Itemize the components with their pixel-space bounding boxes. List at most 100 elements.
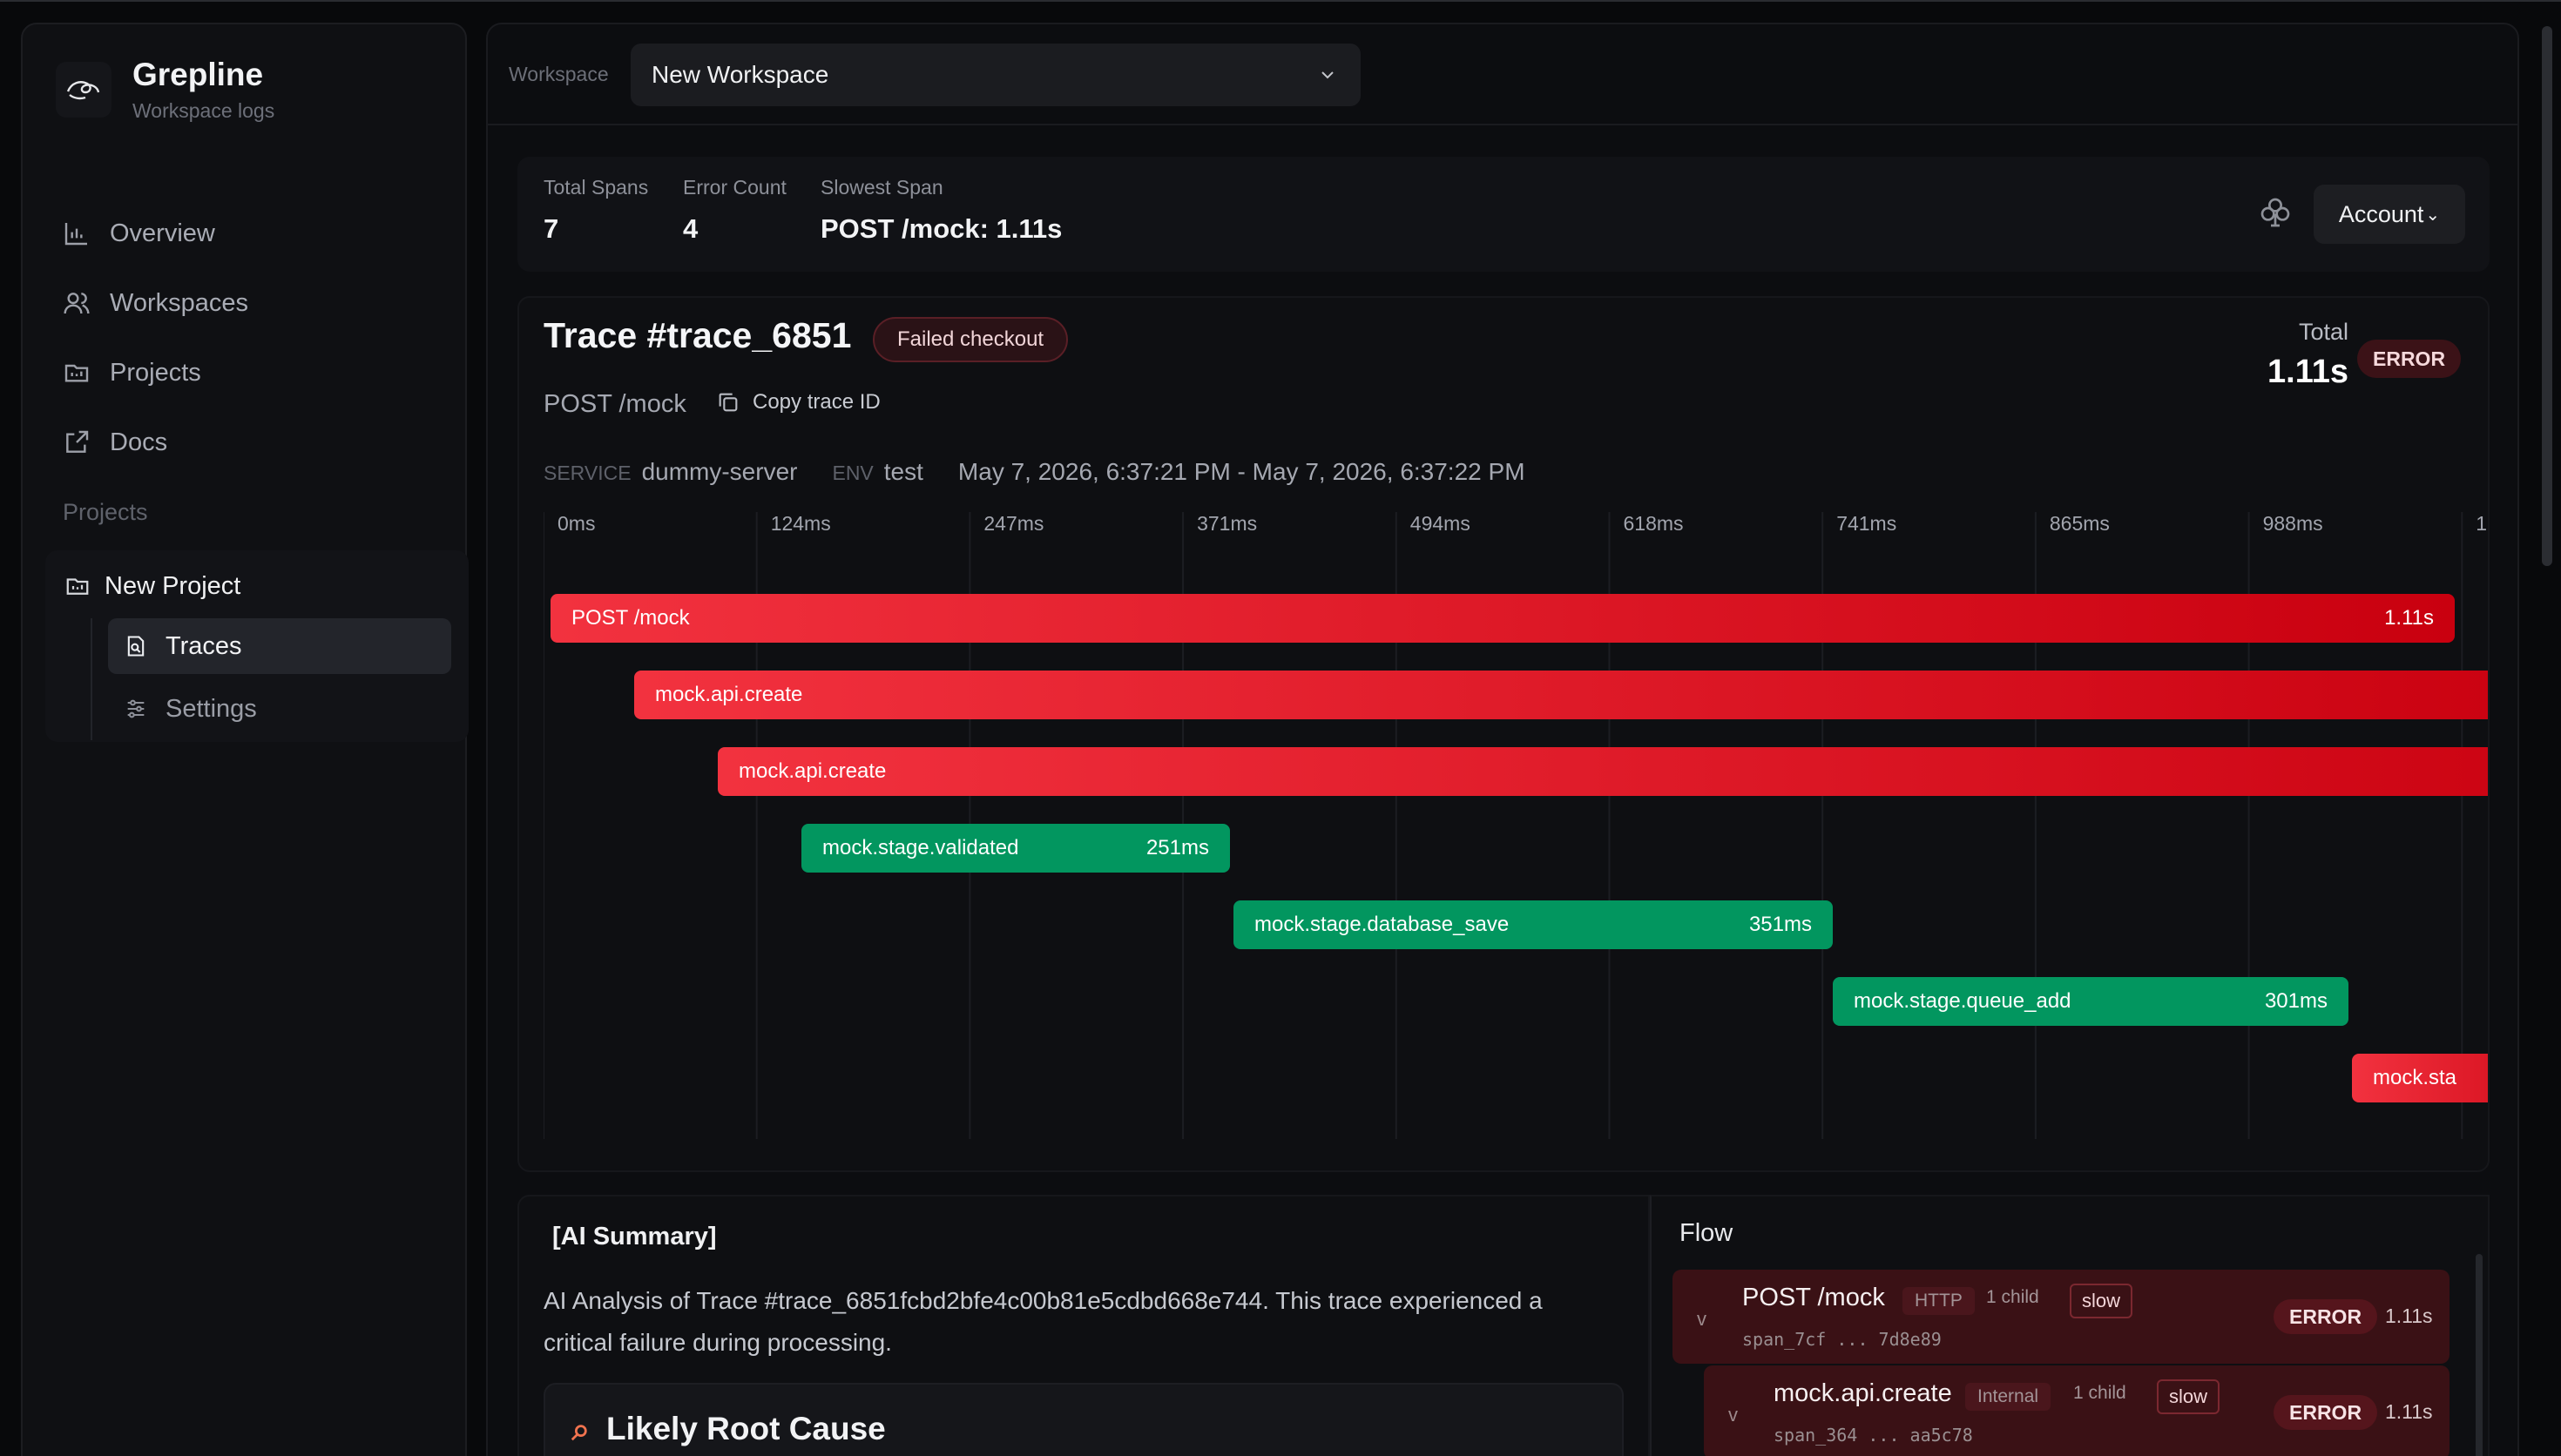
span-bar-duration: 251ms xyxy=(1145,836,1209,859)
flow-span-duration: 1.11s xyxy=(2385,1400,2433,1423)
stat-label: Error Count xyxy=(683,176,787,199)
chevron-down-icon[interactable]: v xyxy=(1728,1404,1738,1426)
project-new-project[interactable]: New Project xyxy=(64,564,240,608)
span-bar-label: mock.stage.validated xyxy=(822,836,1019,859)
sidebar-item-workspaces[interactable]: Workspaces xyxy=(63,268,248,338)
flow-span-name: POST /mock xyxy=(1742,1284,1885,1311)
users-icon xyxy=(64,293,90,314)
window-top-border xyxy=(0,0,2561,2)
sidebar-item-label: Workspaces xyxy=(110,288,249,317)
sidebar-section-label: Projects xyxy=(63,499,148,525)
project-group: New Project Traces Settings xyxy=(45,550,469,742)
timeline-tick-label: 247ms xyxy=(983,512,1044,535)
flow-scrollbar[interactable] xyxy=(2476,1254,2483,1456)
sidebar: Grepline Workspace logs Overview Workspa… xyxy=(21,23,469,1456)
account-button[interactable]: Account ⌄ xyxy=(2314,185,2465,244)
span-bar-label: mock.sta xyxy=(2373,1066,2457,1089)
flow-child-count: 1 child xyxy=(1986,1287,2039,1307)
span-bar[interactable]: mock.stage.database_save 351ms xyxy=(1233,900,1833,949)
chevron-down-icon: ⌄ xyxy=(2425,205,2441,225)
brand[interactable]: Grepline Workspace logs xyxy=(56,56,274,124)
trace-badge: Failed checkout xyxy=(873,317,1069,362)
flow-heading: Flow xyxy=(1679,1219,1733,1247)
service-value: dummy-server xyxy=(641,458,798,485)
span-bar-duration: 351ms xyxy=(1748,913,1812,936)
timeline-tick-label: 865ms xyxy=(2049,512,2110,535)
slow-badge: slow xyxy=(2157,1379,2220,1414)
folder-icon xyxy=(64,364,89,382)
bar-chart-icon xyxy=(64,223,87,246)
trace-stats: Total Spans 7 Error Count 4 Slowest Span… xyxy=(517,157,2490,272)
external-link-icon xyxy=(66,430,89,453)
stat-label: Total Spans xyxy=(544,176,649,199)
span-bar[interactable]: mock.sta xyxy=(2352,1054,2488,1102)
total-label: Total xyxy=(2298,319,2348,345)
span-bar[interactable]: mock.api.create xyxy=(634,671,2488,719)
flow-row[interactable]: v mock.api.create Internal 1 child slow … xyxy=(1704,1365,2450,1456)
sidebar-item-label: Overview xyxy=(110,219,215,247)
sidebar-item-settings[interactable]: Settings xyxy=(108,681,451,737)
flow-span-name: mock.api.create xyxy=(1774,1379,1952,1407)
sidebar-item-label: Docs xyxy=(110,428,168,456)
chevron-down-icon[interactable]: v xyxy=(1697,1308,1706,1331)
copy-trace-id-label: Copy trace ID xyxy=(753,390,881,414)
ai-summary-heading: [AI Summary] xyxy=(552,1223,717,1250)
copy-trace-id-button[interactable]: Copy trace ID xyxy=(716,390,881,415)
workspace-select[interactable]: New Workspace xyxy=(631,44,1361,106)
timeline-tick-label: 1. xyxy=(2476,512,2488,535)
time-range: May 7, 2026, 6:37:21 PM - May 7, 2026, 6… xyxy=(957,458,1525,485)
span-bar-label: mock.stage.database_save xyxy=(1254,913,1510,936)
app-subtitle: Workspace logs xyxy=(132,99,275,122)
search-icon xyxy=(571,1425,587,1441)
env-value: test xyxy=(883,458,923,485)
stat-slowest-span: Slowest Span POST /mock: 1.11s xyxy=(821,176,1062,245)
env-key: ENV xyxy=(832,462,874,484)
stat-label: Slowest Span xyxy=(821,176,943,199)
flow-span-duration: 1.11s xyxy=(2385,1304,2433,1327)
stat-total-spans: Total Spans 7 xyxy=(544,176,648,245)
span-bar-label: mock.api.create xyxy=(739,759,887,783)
span-bar[interactable]: POST /mock 1.11s xyxy=(551,594,2455,643)
flow-span-kind: Internal xyxy=(1965,1383,2051,1411)
span-bar[interactable]: mock.api.create xyxy=(718,747,2488,796)
stat-value: POST /mock: 1.11s xyxy=(821,213,1063,244)
stat-value: 7 xyxy=(544,213,559,244)
sidebar-item-overview[interactable]: Overview xyxy=(63,199,248,268)
service-key: SERVICE xyxy=(544,462,632,484)
stat-error-count: Error Count 4 xyxy=(683,176,787,245)
club-icon[interactable] xyxy=(2258,195,2293,230)
sidebar-item-docs[interactable]: Docs xyxy=(63,408,248,477)
timeline-tick-label: 124ms xyxy=(770,512,831,535)
submenu-rail xyxy=(91,618,92,740)
flow-span-kind: HTTP xyxy=(1902,1287,1975,1315)
page-scrollbar[interactable] xyxy=(2542,26,2552,566)
root-cause-title: Likely Root Cause xyxy=(606,1411,886,1446)
span-bar-label: mock.stage.queue_add xyxy=(1854,989,2071,1013)
sidebar-item-label: Traces xyxy=(166,631,242,660)
sidebar-item-projects[interactable]: Projects xyxy=(63,338,248,408)
workspace-bar: Workspace New Workspace xyxy=(488,24,2517,125)
flow-child-count: 1 child xyxy=(2073,1383,2126,1403)
flow-row[interactable]: v POST /mock HTTP 1 child slow span_7cf … xyxy=(1672,1270,2450,1364)
sidebar-nav: Overview Workspaces Projects Docs xyxy=(63,199,248,477)
flow-span-id: span_7cf ... 7d8e89 xyxy=(1742,1329,1942,1350)
sliders-icon xyxy=(127,699,145,718)
app-name: Grepline xyxy=(132,57,264,92)
sidebar-item-label: Projects xyxy=(110,358,201,387)
span-bar-duration: 1.11s xyxy=(2384,606,2434,630)
timeline-tick-label: 494ms xyxy=(1409,512,1470,535)
trace-route: POST /mock xyxy=(544,390,686,418)
copy-icon xyxy=(719,393,738,412)
grepline-logo-icon xyxy=(56,62,111,118)
root-cause-card[interactable]: Likely Root Cause xyxy=(544,1383,1624,1456)
sidebar-item-traces[interactable]: Traces xyxy=(108,618,451,674)
span-bar[interactable]: mock.stage.validated 251ms xyxy=(801,824,1230,873)
span-timeline: 0ms 124ms 247ms 371ms 494ms 618ms 741ms 865ms 98… xyxy=(544,512,2488,1139)
project-name: New Project xyxy=(105,571,241,600)
trace-card: Trace #trace_6851 Failed checkout Total … xyxy=(517,296,2490,1172)
account-label: Account xyxy=(2338,200,2424,227)
span-bar[interactable]: mock.stage.queue_add 301ms xyxy=(1833,977,2348,1026)
timeline-tick-label: 618ms xyxy=(1623,512,1684,535)
ai-summary-panel: [AI Summary] AI Analysis of Trace #trace… xyxy=(517,1195,1650,1456)
timeline-tick-label: 741ms xyxy=(1836,512,1897,535)
